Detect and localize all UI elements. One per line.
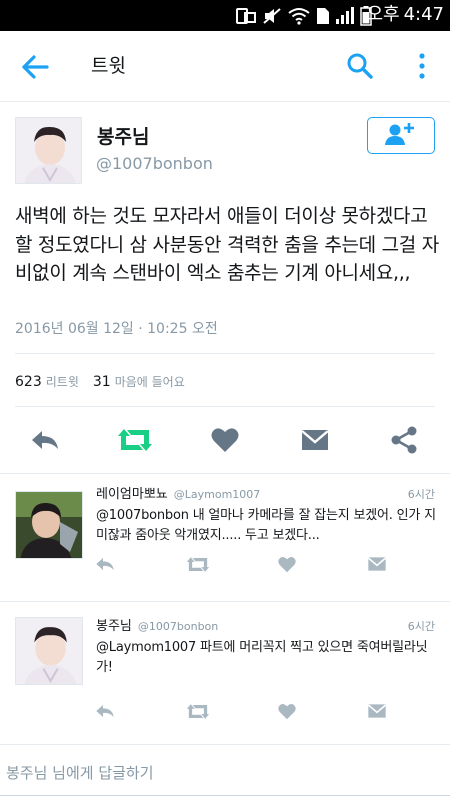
wifi-icon: [288, 7, 310, 25]
retweet-icon: [186, 556, 210, 572]
tweet-text: 새벽에 하는 것도 모자라서 애들이 더이상 못하겠다고 할 정도였다니 삼 사…: [15, 205, 439, 284]
app-bar: 트윗: [0, 31, 450, 102]
heart-icon: [278, 556, 296, 572]
like-button[interactable]: [274, 699, 300, 723]
reply-author[interactable]: 봉주님 @1007bonbon: [96, 618, 218, 636]
envelope-icon: [367, 557, 387, 571]
share-icon: [391, 426, 417, 454]
reply-input-underline: [0, 795, 450, 796]
author-avatar[interactable]: [15, 117, 82, 184]
more-vertical-icon: [419, 53, 425, 79]
reply-author-name: 봉주님: [96, 619, 132, 634]
envelope-icon: [367, 704, 387, 718]
page-title: 트윗: [91, 55, 126, 77]
status-time: 4:47: [403, 4, 444, 25]
section-separator: [0, 601, 450, 602]
reply-time: 6시간: [407, 488, 435, 501]
heart-icon: [278, 703, 296, 719]
status-ampm: 오후: [366, 4, 400, 25]
retweet-icon: [118, 429, 152, 451]
retweet-icon: [186, 703, 210, 719]
reply-button[interactable]: [92, 699, 118, 723]
back-button[interactable]: [20, 53, 50, 81]
retweet-count-label[interactable]: 리트윗: [46, 375, 79, 389]
avatar-image: [16, 492, 82, 558]
sim-card-icon: [317, 7, 329, 24]
avatar-image: [16, 618, 82, 684]
reply-icon: [32, 431, 58, 449]
retweet-button[interactable]: [185, 552, 211, 576]
author-handle: @1007bonbon: [96, 154, 213, 173]
reply-author[interactable]: 레이엄마뽀뇨 @Laymom1007: [96, 486, 260, 504]
reply-action-bar: [0, 699, 450, 723]
search-button[interactable]: [345, 51, 375, 81]
reply-action-bar: [0, 552, 450, 576]
tweet-action-bar: [0, 423, 450, 457]
like-button[interactable]: [274, 552, 300, 576]
author-name[interactable]: 봉주님: [97, 125, 149, 149]
heart-icon: [211, 428, 239, 452]
screen-mirror-icon: [236, 7, 256, 24]
reply-input[interactable]: 봉주님 님에게 답글하기: [6, 762, 154, 784]
like-count-label[interactable]: 마음에 들어요: [115, 375, 185, 389]
tweet-timestamp: 2016년 06월 12일 · 10:25 오전: [15, 321, 218, 337]
retweet-button[interactable]: [185, 699, 211, 723]
reply-avatar[interactable]: [15, 491, 83, 559]
status-icons: [236, 5, 372, 26]
reply-author-handle: @Laymom1007: [173, 488, 261, 501]
reply-avatar[interactable]: [15, 617, 83, 685]
follow-person-plus-icon: [385, 123, 414, 145]
like-count[interactable]: 31: [93, 374, 111, 390]
engagement-counts: 623 리트윗 31 마음에 들어요: [15, 372, 199, 392]
retweet-button[interactable]: [117, 423, 153, 457]
envelope-icon: [301, 430, 329, 450]
reply-author-name: 레이엄마뽀뇨: [96, 487, 168, 502]
reply-text: @1007bonbon 내 얼마나 카메라를 잘 잡는지 보겠어. 인가 지미잖…: [96, 508, 436, 543]
status-clock: 오후 4:47: [366, 4, 444, 26]
search-icon: [347, 53, 373, 79]
direct-message-button[interactable]: [364, 699, 390, 723]
signal-icon: [336, 6, 354, 24]
avatar-image: [16, 118, 81, 183]
reply-author-handle: @1007bonbon: [137, 620, 219, 633]
reply-icon: [96, 558, 114, 570]
reply-button[interactable]: [27, 423, 63, 457]
reply-button[interactable]: [92, 552, 118, 576]
reply-time: 6시간: [407, 620, 435, 633]
reply-icon: [96, 705, 114, 717]
retweet-count[interactable]: 623: [15, 374, 42, 390]
status-bar: 오후 4:47: [0, 0, 450, 31]
direct-message-button[interactable]: [364, 552, 390, 576]
divider: [15, 353, 435, 354]
arrow-left-icon: [22, 55, 49, 79]
like-button[interactable]: [207, 423, 243, 457]
section-separator: [0, 473, 450, 474]
direct-message-button[interactable]: [297, 423, 333, 457]
follow-button[interactable]: [367, 117, 435, 154]
divider: [15, 406, 435, 407]
more-options-button[interactable]: [412, 51, 432, 81]
share-button[interactable]: [386, 423, 422, 457]
reply-text: @Laymom1007 파트에 머리꼭지 찍고 있으면 죽여버릴라닛가!: [96, 640, 428, 675]
reply-composer[interactable]: 봉주님 님에게 답글하기: [0, 744, 450, 800]
mute-icon: [263, 7, 281, 24]
